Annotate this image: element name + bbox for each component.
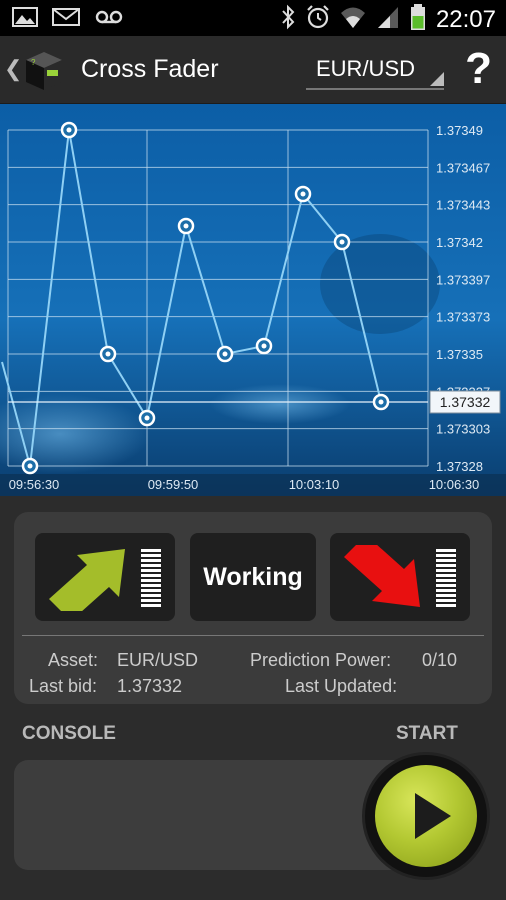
last-bid-label: Last bid: bbox=[29, 676, 98, 696]
app-screen: 22:07 ❮ ? Cross Fader EUR/USD ? 1.37349 … bbox=[0, 0, 506, 900]
wifi-icon bbox=[340, 4, 366, 35]
clock-time: 22:07 bbox=[435, 5, 496, 33]
action-bar: ❮ ? Cross Fader EUR/USD ? bbox=[0, 36, 506, 104]
asset-selector-value: EUR/USD bbox=[316, 56, 416, 81]
y-tick-label: 1.373397 bbox=[436, 272, 490, 287]
bluetooth-icon bbox=[280, 4, 296, 35]
back-chevron-icon[interactable]: ❮ bbox=[4, 56, 22, 82]
status-tile: Working bbox=[190, 533, 316, 621]
mail-icon bbox=[52, 6, 80, 33]
console-output bbox=[14, 760, 414, 870]
y-tick-label: 1.373467 bbox=[436, 160, 490, 175]
data-point-center bbox=[27, 463, 33, 469]
data-point-center bbox=[300, 191, 306, 197]
price-chart-svg: 1.37349 1.373467 1.373443 1.37342 1.373397 1.… bbox=[0, 104, 506, 496]
prediction-power-value: 0/10 bbox=[422, 650, 458, 670]
app-logo-icon[interactable]: ? bbox=[22, 48, 64, 92]
y-tick-label: 1.37328 bbox=[436, 459, 483, 474]
last-bid-value: 1.37332 bbox=[117, 676, 183, 696]
y-tick-label: 1.37335 bbox=[436, 347, 483, 362]
play-icon bbox=[415, 793, 451, 839]
up-strength-meter bbox=[141, 549, 161, 611]
last-updated-label: Last Updated: bbox=[285, 676, 398, 696]
data-point-center bbox=[105, 351, 111, 357]
asset-label: Asset: bbox=[48, 650, 99, 670]
y-tick-label: 1.373303 bbox=[436, 422, 490, 437]
panel-divider bbox=[22, 635, 484, 636]
prediction-panel: Working Asset: EUR/USD Last bid: 1.37332… bbox=[14, 512, 492, 704]
status-text: Working bbox=[203, 562, 303, 591]
down-arrow-icon bbox=[344, 545, 420, 607]
status-bar: 22:07 bbox=[0, 0, 506, 36]
data-point-center bbox=[183, 223, 189, 229]
x-tick-label: 10:06:30 bbox=[429, 477, 480, 492]
help-button[interactable]: ? bbox=[465, 44, 492, 94]
start-button[interactable] bbox=[362, 752, 490, 880]
start-button-face[interactable] bbox=[375, 765, 477, 867]
y-tick-label: 1.37342 bbox=[436, 235, 483, 250]
data-point-center bbox=[261, 343, 267, 349]
start-label: START bbox=[396, 723, 458, 744]
asset-selector[interactable]: EUR/USD bbox=[306, 52, 444, 90]
up-arrow-icon bbox=[49, 549, 125, 611]
x-tick-label: 09:56:30 bbox=[9, 477, 60, 492]
svg-text:?: ? bbox=[31, 58, 36, 67]
down-strength-meter bbox=[436, 549, 456, 611]
prediction-power-label: Prediction Power: bbox=[250, 650, 392, 670]
current-value-label: 1.37332 bbox=[440, 394, 491, 410]
y-tick-label: 1.373373 bbox=[436, 310, 490, 325]
up-signal-tile bbox=[35, 533, 175, 621]
alarm-icon bbox=[306, 4, 330, 35]
console-label: CONSOLE bbox=[22, 723, 116, 744]
battery-icon bbox=[410, 3, 426, 36]
x-tick-label: 10:03:10 bbox=[289, 477, 340, 492]
data-point-center bbox=[339, 239, 345, 245]
app-title: Cross Fader bbox=[81, 55, 219, 83]
data-point-center bbox=[378, 399, 384, 405]
y-tick-label: 1.373443 bbox=[436, 198, 490, 213]
data-point-center bbox=[222, 351, 228, 357]
voicemail-icon bbox=[94, 6, 124, 33]
signal-icon bbox=[376, 4, 400, 35]
gallery-icon bbox=[12, 6, 38, 33]
dropdown-caret-icon bbox=[430, 72, 444, 86]
data-point-center bbox=[144, 415, 150, 421]
x-tick-label: 09:59:50 bbox=[148, 477, 199, 492]
price-chart: 1.37349 1.373467 1.373443 1.37342 1.373397 1.… bbox=[0, 104, 506, 496]
asset-value: EUR/USD bbox=[117, 650, 199, 670]
data-point-center bbox=[66, 127, 72, 133]
down-signal-tile bbox=[330, 533, 470, 621]
y-tick-label: 1.37349 bbox=[436, 123, 483, 138]
